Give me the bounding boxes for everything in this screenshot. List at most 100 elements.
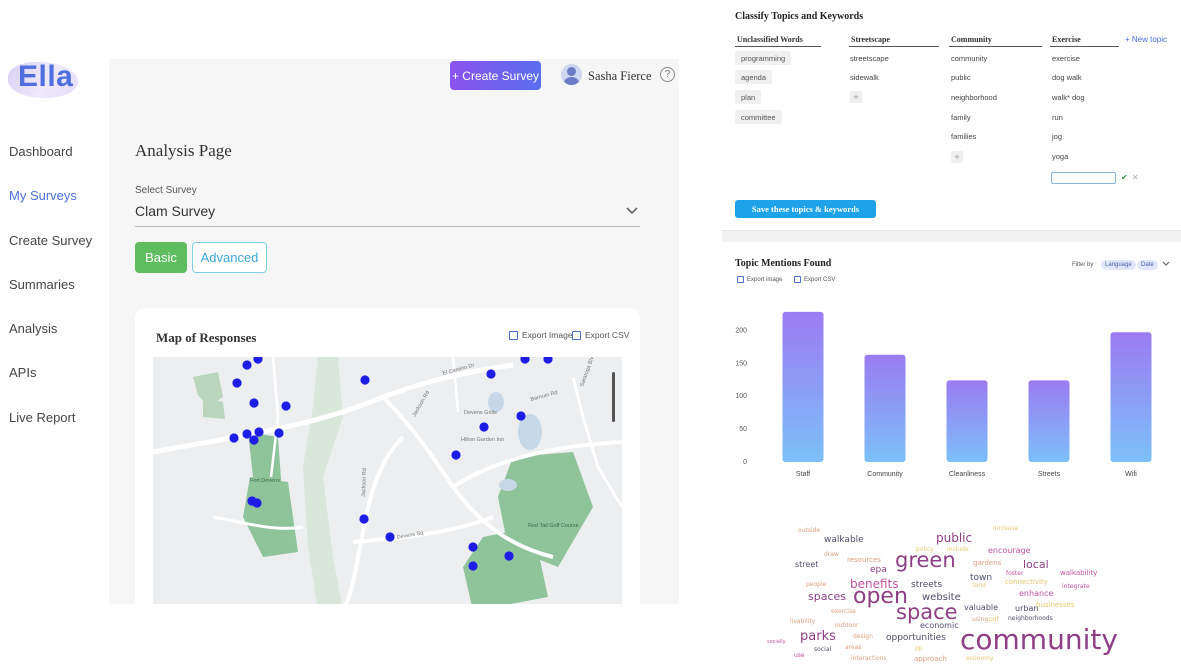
map-response-marker[interactable] xyxy=(254,427,264,437)
sidebar-item-live-report[interactable]: Live Report xyxy=(9,410,104,454)
main-content: + Create Survey Sasha Fierce ? Analysis … xyxy=(109,59,679,604)
map-response-marker[interactable] xyxy=(504,551,514,561)
word-cloud-term: encourage xyxy=(988,546,1031,555)
create-survey-button[interactable]: + Create Survey xyxy=(450,61,541,90)
map-export-image-button[interactable]: Export Image xyxy=(509,330,573,340)
map-response-marker[interactable] xyxy=(229,433,239,443)
word-cloud-term: outdoor xyxy=(835,622,859,629)
ella-logo[interactable]: Ella xyxy=(8,58,80,102)
community-keyword[interactable]: public xyxy=(951,73,971,82)
community-keyword[interactable]: family xyxy=(951,113,971,122)
bar-staff[interactable] xyxy=(782,311,824,462)
word-cloud-term: public xyxy=(936,531,973,545)
word-cloud-term: businesses xyxy=(1036,601,1075,609)
word-cloud-term: design xyxy=(853,633,873,640)
unclassified-word-chip[interactable]: programming xyxy=(735,51,792,65)
filter-chip-date[interactable]: Date xyxy=(1137,260,1158,270)
map-response-marker[interactable] xyxy=(249,435,259,445)
select-survey-value[interactable]: Clam Survey xyxy=(135,203,215,219)
map-response-marker[interactable] xyxy=(360,375,370,385)
close-icon[interactable]: ✕ xyxy=(1132,173,1139,182)
community-keyword[interactable]: community xyxy=(951,54,987,63)
word-cloud-term: street xyxy=(795,560,819,569)
bar-streets[interactable] xyxy=(1028,380,1070,462)
word-cloud-term: opportunities xyxy=(886,633,946,643)
logo-text: Ella xyxy=(18,60,74,93)
word-cloud-term: livability xyxy=(790,618,816,625)
word-cloud-term: connectivity xyxy=(1005,578,1048,586)
bar-wifi[interactable] xyxy=(1110,332,1152,462)
exercise-keyword[interactable]: walk* dog xyxy=(1052,93,1085,102)
bar-community[interactable] xyxy=(864,354,906,462)
map-response-marker[interactable] xyxy=(252,498,262,508)
chevron-down-icon[interactable] xyxy=(1162,261,1170,267)
new-topic-link[interactable]: + New topic xyxy=(1125,35,1167,44)
sidebar-item-apis[interactable]: APIs xyxy=(9,365,104,409)
map-response-marker[interactable] xyxy=(232,378,242,388)
unclassified-word-chip[interactable]: agenda xyxy=(735,70,773,84)
exercise-keyword[interactable]: jog xyxy=(1052,132,1062,141)
map-response-marker[interactable] xyxy=(516,411,526,421)
add-keyword-button[interactable]: + xyxy=(951,151,963,163)
sidebar-item-dashboard[interactable]: Dashboard xyxy=(9,144,104,188)
user-name[interactable]: Sasha Fierce xyxy=(588,69,652,84)
map-response-marker[interactable] xyxy=(359,514,369,524)
exercise-keyword[interactable]: dog walk xyxy=(1052,73,1082,82)
map-response-marker[interactable] xyxy=(385,532,395,542)
word-cloud-term: policy xyxy=(916,546,934,553)
advanced-mode-button[interactable]: Advanced xyxy=(192,242,267,273)
sidebar-item-summaries[interactable]: Summaries xyxy=(9,277,104,321)
map-response-marker[interactable] xyxy=(249,398,259,408)
column-header-exercise: Exercise xyxy=(1052,35,1081,44)
response-map[interactable]: El Camino Dr Jackson Rd Devens Grille Hi… xyxy=(153,357,622,604)
word-cloud-term: space xyxy=(896,600,958,624)
map-response-marker[interactable] xyxy=(281,401,291,411)
help-icon[interactable]: ? xyxy=(660,67,675,82)
keyword-word-cloud: community open space green public parks benefi… xyxy=(760,520,1181,665)
exercise-keyword[interactable]: run xyxy=(1052,113,1063,122)
bar-cleanliness[interactable] xyxy=(946,380,988,462)
map-response-marker[interactable] xyxy=(451,450,461,460)
save-topics-button[interactable]: Save these topics & keywords xyxy=(735,200,876,218)
sidebar-item-analysis[interactable]: Analysis xyxy=(9,321,104,365)
exercise-keyword[interactable]: exercise xyxy=(1052,54,1080,63)
export-csv-button[interactable]: Export CSV xyxy=(794,276,835,283)
map-label: Devens Grille xyxy=(464,410,497,416)
filter-chip-language[interactable]: Language xyxy=(1101,260,1136,270)
export-image-button[interactable]: Export image xyxy=(737,276,782,283)
sidebar-item-create-survey[interactable]: Create Survey xyxy=(9,233,104,277)
add-keyword-button[interactable]: + xyxy=(850,91,862,103)
check-icon[interactable]: ✔ xyxy=(1121,173,1128,182)
map-response-marker[interactable] xyxy=(242,360,252,370)
streetscape-keyword[interactable]: sidewalk xyxy=(850,73,879,82)
map-response-marker[interactable] xyxy=(486,369,496,379)
map-response-marker[interactable] xyxy=(468,561,478,571)
exercise-keyword[interactable]: yoga xyxy=(1052,152,1068,161)
avatar-head-shape xyxy=(567,67,576,76)
y-tick-label: 150 xyxy=(735,360,747,367)
x-tick-label: Streets xyxy=(1038,471,1061,478)
map-response-marker[interactable] xyxy=(468,542,478,552)
word-cloud-term: urban xyxy=(1015,604,1039,613)
sidebar-item-my-surveys[interactable]: My Surveys xyxy=(9,188,104,232)
y-tick-label: 200 xyxy=(735,327,747,334)
map-response-marker[interactable] xyxy=(242,429,252,439)
avatar[interactable] xyxy=(561,64,582,85)
map-export-csv-button[interactable]: Export CSV xyxy=(572,330,629,340)
basic-mode-button[interactable]: Basic xyxy=(135,242,187,273)
map-response-marker[interactable] xyxy=(274,428,284,438)
streetscape-keyword[interactable]: streetscape xyxy=(850,54,889,63)
community-keyword[interactable]: neighborhood xyxy=(951,93,997,102)
unclassified-word-chip[interactable]: plan xyxy=(735,90,762,104)
map-card: Map of Responses Export Image Export CSV xyxy=(135,308,640,604)
x-tick-label: Community xyxy=(867,471,903,478)
new-keyword-input[interactable] xyxy=(1051,172,1116,184)
chevron-down-icon[interactable] xyxy=(625,206,639,216)
csv-icon xyxy=(794,276,801,283)
community-keyword[interactable]: families xyxy=(951,132,976,141)
column-header-streetscape: Streetscape xyxy=(851,35,890,44)
select-survey-label: Select Survey xyxy=(135,185,197,196)
unclassified-word-chip[interactable]: committee xyxy=(735,110,782,124)
map-response-marker[interactable] xyxy=(479,422,489,432)
topic-mentions-title: Topic Mentions Found xyxy=(735,258,832,269)
